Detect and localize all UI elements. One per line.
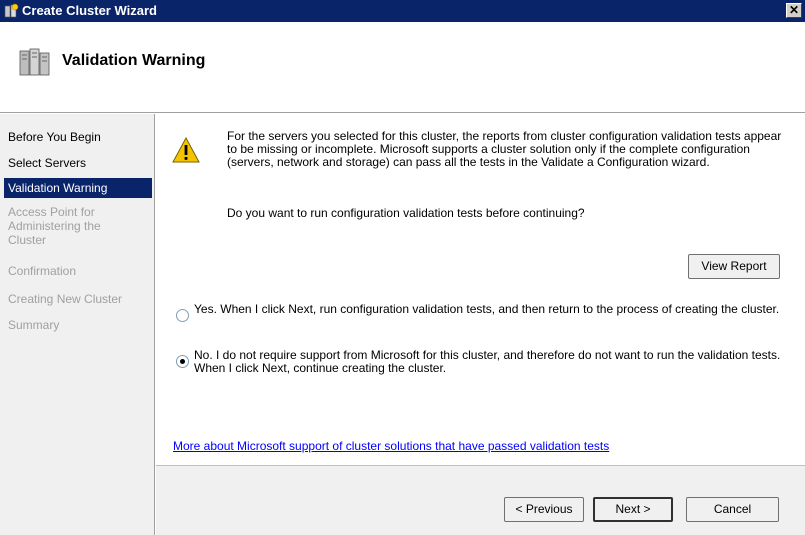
validation-description: For the servers you selected for this cl… (227, 129, 782, 169)
wizard-footer: < Previous Next > Cancel (156, 465, 805, 535)
wizard-header: Validation Warning (0, 22, 805, 112)
radio-no-skip-tests[interactable] (176, 355, 189, 368)
cancel-button[interactable]: Cancel (686, 497, 779, 522)
sidebar-item-creating-new-cluster: Creating New Cluster (8, 292, 123, 306)
sidebar-item-access-point: Access Point for Administering the Clust… (8, 205, 101, 247)
cluster-wizard-icon (4, 3, 19, 18)
radio-yes-run-tests[interactable] (176, 309, 189, 322)
sidebar-item-before-you-begin[interactable]: Before You Begin (8, 130, 152, 144)
radio-no-label[interactable]: No. I do not require support from Micros… (194, 349, 794, 375)
server-cluster-icon (19, 48, 50, 76)
sidebar-item-confirmation: Confirmation (8, 264, 77, 278)
validation-question: Do you want to run configuration validat… (227, 206, 585, 220)
next-button[interactable]: Next > (593, 497, 673, 522)
view-report-button[interactable]: View Report (688, 254, 780, 279)
warning-triangle-icon (172, 137, 200, 163)
window-title: Create Cluster Wizard (22, 3, 157, 18)
wizard-steps-sidebar: Before You Begin Select Servers Validati… (0, 114, 155, 535)
page-title: Validation Warning (62, 52, 206, 69)
previous-button[interactable]: < Previous (504, 497, 584, 522)
close-button[interactable]: ✕ (786, 3, 802, 18)
radio-yes-label[interactable]: Yes. When I click Next, run configuratio… (194, 303, 794, 316)
title-bar: Create Cluster Wizard ✕ (0, 0, 805, 22)
sidebar-item-validation-warning[interactable]: Validation Warning (4, 178, 152, 198)
sidebar-item-summary: Summary (8, 318, 60, 332)
support-help-link[interactable]: More about Microsoft support of cluster … (173, 439, 609, 453)
sidebar-item-select-servers[interactable]: Select Servers (8, 156, 152, 170)
